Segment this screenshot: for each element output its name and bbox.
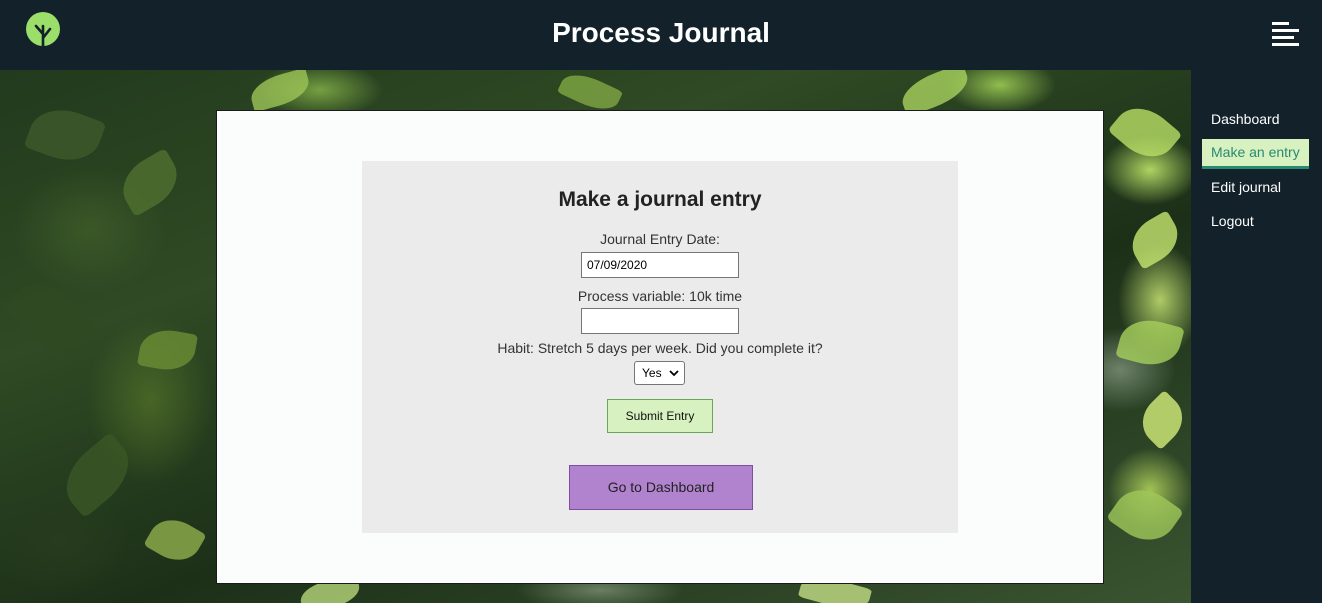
habit-select-value: Yes — [642, 366, 662, 380]
habit-label: Habit: Stretch 5 days per week. Did you … — [497, 340, 823, 356]
date-input[interactable] — [581, 252, 739, 278]
chevron-down-icon — [669, 370, 679, 377]
process-variable-input[interactable] — [581, 308, 739, 334]
hamburger-menu-icon[interactable] — [1272, 22, 1299, 46]
app-title: Process Journal — [552, 17, 770, 48]
submit-entry-button[interactable]: Submit Entry — [607, 399, 713, 433]
sidebar-nav: Dashboard Make an entry Edit journal Log… — [1191, 70, 1322, 603]
journal-entry-form: Make a journal entry Journal Entry Date:… — [362, 161, 958, 533]
sidebar-item-logout[interactable]: Logout — [1202, 206, 1263, 236]
sidebar-item-edit-journal[interactable]: Edit journal — [1202, 172, 1290, 202]
sidebar-item-dashboard[interactable]: Dashboard — [1202, 104, 1289, 134]
habit-select[interactable]: Yes — [634, 361, 685, 385]
sidebar-item-make-an-entry[interactable]: Make an entry — [1202, 139, 1309, 169]
process-variable-label: Process variable: 10k time — [577, 288, 743, 304]
go-to-dashboard-button[interactable]: Go to Dashboard — [569, 465, 753, 510]
app-header: Process Journal — [0, 0, 1322, 70]
date-label: Journal Entry Date: — [600, 231, 720, 247]
main-card: Make a journal entry Journal Entry Date:… — [216, 110, 1104, 584]
form-title: Make a journal entry — [558, 188, 762, 211]
